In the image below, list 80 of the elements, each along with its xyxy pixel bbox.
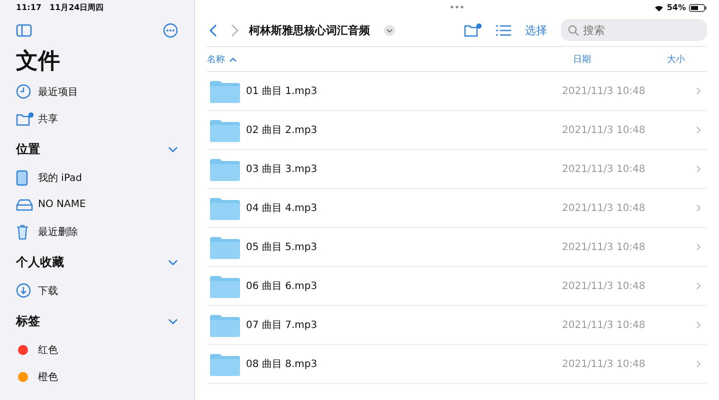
file-name: 01 曲目 1.mp3 (246, 84, 318, 98)
section-title: 位置 (16, 140, 40, 158)
file-date: 2021/11/3 10:48 (562, 124, 646, 136)
file-name: 07 曲目 7.mp3 (246, 318, 318, 332)
file-date: 2021/11/3 10:48 (562, 202, 646, 214)
battery-percent: 54% (666, 3, 686, 12)
file-row[interactable]: 05 曲目 5.mp3 2021/11/3 10:48 (207, 228, 707, 267)
sidebar-title: 文件 (16, 48, 61, 76)
trash-icon (16, 224, 29, 240)
battery-icon (689, 4, 707, 12)
column-header[interactable]: 日期 (573, 52, 591, 66)
sidebar-item[interactable]: 红色 (16, 336, 178, 363)
folder-icon (210, 158, 240, 180)
file-name: 05 曲目 5.mp3 (246, 240, 318, 254)
sidebar-item[interactable]: 下载 (16, 277, 178, 304)
file-row[interactable]: 08 曲目 8.mp3 2021/11/3 10:48 (207, 345, 707, 384)
chevron-right-icon (696, 360, 701, 368)
file-row[interactable]: 07 曲目 7.mp3 2021/11/3 10:48 (207, 306, 707, 345)
status-date: 11月24日周四 (49, 2, 104, 12)
clock-icon (16, 84, 31, 99)
wifi-icon (654, 4, 664, 12)
chevron-right-icon (696, 243, 701, 251)
sidebar-item[interactable]: NO NAME (16, 191, 178, 218)
file-date: 2021/11/3 10:48 (562, 164, 646, 174)
chevron-right-icon (696, 321, 701, 329)
folder-icon (210, 236, 240, 258)
folder-icon (210, 352, 240, 376)
chevron-right-icon (696, 126, 701, 134)
list-view-icon[interactable] (496, 24, 511, 36)
sidebar-item[interactable]: 最近项目 (16, 78, 178, 105)
file-date: 2021/11/3 10:48 (562, 86, 646, 96)
file-name: 04 曲目 4.mp3 (246, 202, 318, 215)
sidebar-toggle-icon[interactable] (16, 24, 32, 36)
download-icon (16, 283, 31, 298)
chevron-icon[interactable] (168, 258, 178, 266)
chevron-icon[interactable] (168, 146, 178, 152)
folder-icon (210, 118, 240, 142)
section-title: 标签 (16, 312, 40, 330)
folder-icon (210, 314, 240, 336)
file-date: 2021/11/3 10:48 (562, 358, 646, 370)
column-header[interactable]: 名称 (207, 52, 225, 66)
sidebar-item[interactable]: 橙色 (16, 363, 178, 390)
file-date: 2021/11/3 10:48 (562, 320, 646, 330)
file-name: 08 曲目 8.mp3 (246, 358, 318, 371)
file-name: 02 曲目 2.mp3 (246, 124, 318, 137)
section-title: 个人收藏 (16, 254, 64, 270)
new-folder-icon[interactable] (464, 23, 482, 37)
file-row[interactable]: 02 曲目 2.mp3 2021/11/3 10:48 (207, 111, 707, 150)
folder-icon (210, 196, 240, 220)
file-row[interactable]: 04 曲目 4.mp3 2021/11/3 10:48 (207, 189, 707, 228)
tablet-icon (16, 170, 28, 186)
file-date: 2021/11/3 10:48 (562, 280, 646, 292)
chevron-right-icon (696, 87, 701, 95)
status-time: 11:17 (16, 2, 42, 12)
sidebar-item[interactable]: 共享 (16, 105, 178, 132)
shared-folder-icon (16, 112, 34, 126)
more-icon[interactable] (163, 22, 178, 38)
drive-icon (16, 198, 33, 210)
folder-icon (210, 274, 240, 298)
chevron-right-icon (696, 282, 701, 290)
file-row[interactable]: 01 曲目 1.mp3 2021/11/3 10:48 (207, 72, 707, 111)
folder-icon (210, 80, 240, 102)
file-name: 03 曲目 3.mp3 (246, 162, 318, 176)
forward-icon[interactable] (231, 24, 239, 36)
multitask-icon[interactable] (450, 5, 464, 9)
back-icon[interactable] (209, 24, 217, 36)
sidebar-item[interactable]: 最近删除 (16, 218, 178, 245)
chevron-right-icon (696, 165, 701, 173)
search-field[interactable]: 搜索 (561, 19, 707, 41)
chevron-icon[interactable] (168, 318, 178, 324)
chevron-right-icon (696, 204, 701, 212)
column-header[interactable]: 大小 (667, 52, 685, 66)
file-row[interactable]: 03 曲目 3.mp3 2021/11/3 10:48 (207, 150, 707, 189)
folder-title: 柯林斯雅思核心词汇音频 (249, 22, 370, 38)
file-name: 06 曲目 6.mp3 (246, 280, 318, 293)
chevron-down-icon[interactable] (384, 24, 395, 36)
select-button[interactable]: 选择 (525, 22, 547, 38)
sidebar-item[interactable]: 我的 iPad (16, 164, 178, 191)
file-row[interactable]: 06 曲目 6.mp3 2021/11/3 10:48 (207, 267, 707, 306)
file-date: 2021/11/3 10:48 (562, 242, 646, 252)
